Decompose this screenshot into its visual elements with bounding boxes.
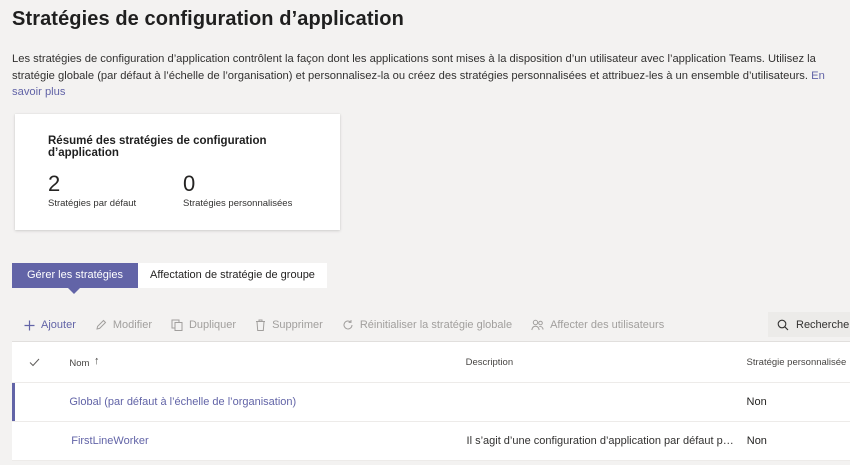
table-header: Nom ↑ Description Stratégie personnalisé… — [12, 342, 850, 383]
search-icon — [777, 319, 789, 330]
policy-name-link[interactable]: Global (par défaut à l’échelle de l’orga… — [69, 396, 296, 408]
trash-icon — [256, 319, 266, 331]
assign-users-label: Affecter des utilisateurs — [550, 319, 665, 331]
delete-button[interactable]: Supprimer — [255, 319, 323, 331]
default-policies-count: 2 — [48, 171, 61, 196]
delete-button-label: Supprimer — [272, 319, 323, 331]
add-button[interactable]: Ajouter — [24, 319, 76, 331]
custom-policy-cell: Non — [746, 435, 767, 447]
search-box[interactable]: Recherche — [768, 312, 850, 337]
duplicate-button[interactable]: Dupliquer — [171, 319, 236, 331]
policy-name-cell: FirstLineWorker — [57, 435, 466, 447]
policies-table: Nom ↑ Description Stratégie personnalisé… — [12, 342, 850, 461]
summary-title: Résumé des stratégies de configuration d… — [48, 135, 267, 159]
tab-bar: Gérer les stratégies Affectation de stra… — [12, 263, 327, 294]
tab-manage-policies[interactable]: Gérer les stratégies — [12, 263, 138, 294]
table-row[interactable]: FirstLineWorker Il s’agit d’une configur… — [12, 422, 850, 461]
policy-name-cell: Global (par défaut à l’échelle de l’orga… — [57, 396, 465, 408]
default-policies-stat: 2 Stratégies par défaut — [48, 171, 136, 209]
page-title: Stratégies de configuration d’applicatio… — [12, 8, 404, 30]
intro-text: Les stratégies de configuration d’applic… — [12, 51, 832, 101]
reset-global-policy-label: Réinitialiser la stratégie globale — [359, 319, 513, 331]
assign-users-button[interactable]: Affecter des utilisateurs — [531, 319, 664, 331]
description-cell: Il s’agit d’une configuration d’applicat… — [467, 435, 747, 447]
checkmark-icon — [29, 358, 40, 366]
copy-icon — [171, 319, 183, 331]
pencil-icon — [96, 319, 107, 330]
people-icon — [531, 319, 544, 331]
column-header-custom-policy[interactable]: Stratégie personnalisée — [747, 357, 850, 368]
select-all-checkbox[interactable] — [12, 358, 57, 367]
custom-policy-cell: Non — [746, 396, 767, 408]
toolbar: Ajouter Modifier Dupliquer Supprimer Réi… — [12, 309, 850, 342]
table-row[interactable]: Global (par défaut à l’échelle de l’orga… — [12, 383, 850, 422]
plus-icon — [24, 320, 35, 330]
sort-ascending-icon: ↑ — [94, 355, 100, 367]
column-header-name[interactable]: Nom ↑ — [57, 355, 465, 369]
add-button-label: Ajouter — [41, 319, 76, 331]
summary-card: Résumé des stratégies de configuration d… — [15, 114, 340, 230]
tab-group-policy-assignment[interactable]: Affectation de stratégie de groupe — [138, 263, 327, 288]
intro-paragraph: Les stratégies de configuration d’applic… — [12, 53, 816, 82]
column-name-label: Nom — [69, 358, 90, 369]
custom-policies-count: 0 — [183, 171, 196, 196]
duplicate-button-label: Dupliquer — [188, 319, 237, 331]
policy-name-link[interactable]: FirstLineWorker — [71, 435, 148, 447]
edit-button[interactable]: Modifier — [95, 319, 152, 331]
default-policies-label: Stratégies par défaut — [48, 198, 137, 209]
reset-global-policy-button[interactable]: Réinitialiser la stratégie globale — [342, 319, 512, 331]
custom-policies-label: Stratégies personnalisées — [183, 198, 293, 209]
custom-policies-stat: 0 Stratégies personnalisées — [183, 171, 292, 209]
search-placeholder: Recherche — [796, 318, 850, 331]
column-header-description[interactable]: Description — [466, 357, 747, 368]
description-text: Il s’agit d’une configuration d’applicat… — [466, 435, 739, 447]
edit-button-label: Modifier — [112, 319, 152, 331]
refresh-icon — [343, 320, 353, 330]
